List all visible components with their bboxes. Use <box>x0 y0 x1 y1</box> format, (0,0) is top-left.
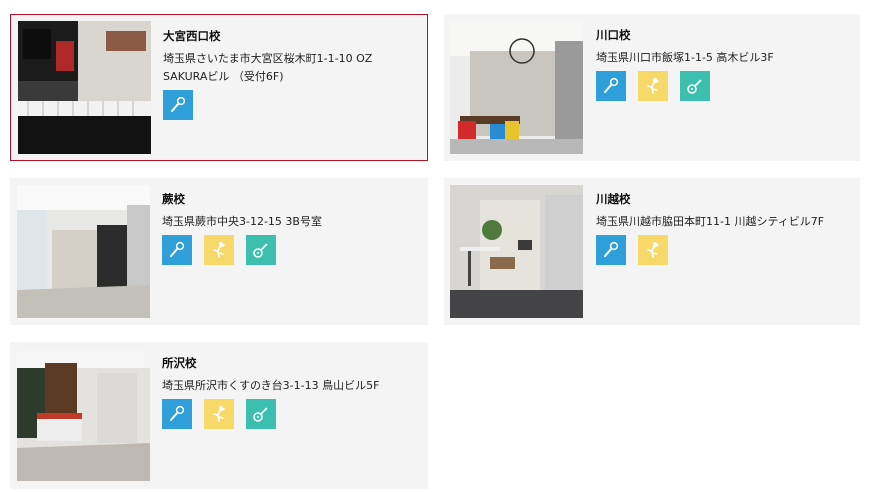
dance-icon[interactable] <box>204 235 234 265</box>
dance-icon[interactable] <box>204 399 234 429</box>
school-address: 埼玉県蕨市中央3-12-15 3B号室 <box>162 215 322 228</box>
lounge-photo <box>450 21 583 154</box>
school-name[interactable]: 大宮西口校 <box>163 29 393 44</box>
mic-icon[interactable] <box>162 235 192 265</box>
mic-icon[interactable] <box>596 235 626 265</box>
piano-room-photo <box>18 21 151 154</box>
course-icons <box>162 235 392 265</box>
school-name[interactable]: 川越校 <box>596 192 826 207</box>
school-address: 埼玉県さいたま市大宮区桜木町1-1-10 OZ SAKURAビル （受付6F) <box>163 52 373 83</box>
course-icons <box>162 399 392 429</box>
course-icons <box>163 90 393 120</box>
school-card-kawagoe[interactable]: 川越校 埼玉県川越市脇田本町11-1 川越シティビル7F <box>444 178 860 325</box>
school-address: 埼玉県川口市飯塚1-1-5 高木ビル3F <box>596 51 774 64</box>
reception-photo <box>17 348 150 481</box>
guitar-icon[interactable] <box>246 399 276 429</box>
school-name[interactable]: 所沢校 <box>162 356 392 371</box>
lounge-stools-photo <box>450 185 583 318</box>
school-address: 埼玉県所沢市くすのき台3-1-13 鳥山ビル5F <box>162 379 380 392</box>
school-address: 埼玉県川越市脇田本町11-1 川越シティビル7F <box>596 215 825 228</box>
school-card-warabi[interactable]: 蕨校 埼玉県蕨市中央3-12-15 3B号室 <box>10 178 428 325</box>
guitar-icon[interactable] <box>246 235 276 265</box>
dance-icon[interactable] <box>638 71 668 101</box>
school-card-omiya-nishiguchi[interactable]: 大宮西口校 埼玉県さいたま市大宮区桜木町1-1-10 OZ SAKURAビル （… <box>10 14 428 161</box>
course-icons <box>596 235 826 265</box>
mic-icon[interactable] <box>596 71 626 101</box>
school-card-tokorozawa[interactable]: 所沢校 埼玉県所沢市くすのき台3-1-13 鳥山ビル5F <box>10 342 428 489</box>
school-card-kawaguchi[interactable]: 川口校 埼玉県川口市飯塚1-1-5 高木ビル3F <box>444 14 860 161</box>
school-name[interactable]: 蕨校 <box>162 192 392 207</box>
guitar-icon[interactable] <box>680 71 710 101</box>
school-name[interactable]: 川口校 <box>596 28 826 43</box>
studio-entrance-photo <box>17 185 150 318</box>
mic-icon[interactable] <box>163 90 193 120</box>
mic-icon[interactable] <box>162 399 192 429</box>
course-icons <box>596 71 826 101</box>
dance-icon[interactable] <box>638 235 668 265</box>
